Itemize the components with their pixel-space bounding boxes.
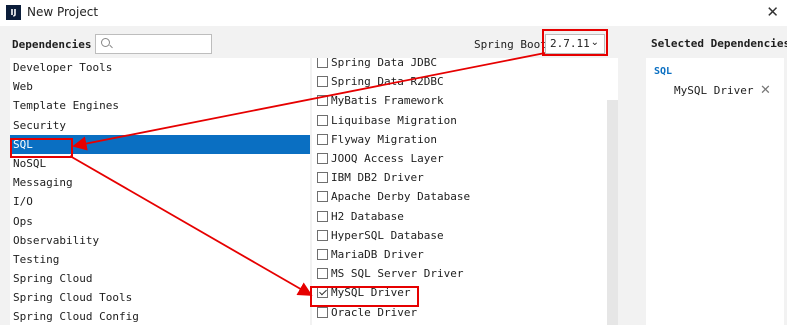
category-item[interactable]: Security (10, 116, 310, 135)
title-bar: IJ New Project ✕ (0, 0, 787, 26)
dependency-checkbox[interactable] (317, 229, 328, 241)
category-item[interactable]: Developer Tools (10, 58, 310, 77)
dependency-label: Liquibase Migration (331, 113, 457, 127)
dependency-label: MySQL Driver (331, 286, 411, 300)
dependency-item[interactable]: Oracle Driver (312, 302, 470, 321)
remove-dependency-icon[interactable]: ✕ (760, 83, 771, 98)
dependency-checkbox[interactable] (317, 172, 328, 184)
category-item[interactable]: I/O (10, 192, 310, 211)
dependency-checkbox[interactable] (317, 191, 328, 203)
chevron-down-icon: ⌄ (590, 37, 599, 48)
dependency-item[interactable]: MS SQL Server Driver (312, 264, 470, 283)
dependency-label: Apache Derby Database (331, 190, 471, 204)
dependency-item[interactable]: Flyway Migration (312, 130, 470, 149)
close-icon[interactable]: ✕ (766, 3, 779, 21)
dependency-label: Flyway Migration (331, 132, 437, 146)
dependency-item[interactable]: IBM DB2 Driver (312, 168, 470, 187)
selected-dependencies-panel: SQL MySQL Driver ✕ (646, 58, 784, 325)
search-icon (101, 38, 110, 47)
category-item[interactable]: Spring Cloud (10, 269, 310, 288)
dependency-checkbox[interactable] (317, 153, 328, 165)
dependency-label: MariaDB Driver (331, 247, 424, 261)
dependency-label: MyBatis Framework (331, 94, 444, 108)
dependency-item[interactable]: H2 Database (312, 207, 470, 226)
category-item[interactable]: Spring Cloud Tools (10, 288, 310, 307)
spring-boot-version-select[interactable]: 2.7.11 ⌄ (545, 34, 605, 54)
dependency-item[interactable]: Apache Derby Database (312, 187, 470, 206)
dependency-item[interactable]: Spring Data R2DBC (312, 72, 470, 91)
window-title: New Project (27, 5, 99, 19)
dependency-item[interactable]: MariaDB Driver (312, 245, 470, 264)
dependency-label: H2 Database (331, 209, 404, 223)
category-list: Developer Tools Web Template Engines Securi… (10, 58, 310, 325)
dependency-checkbox[interactable] (317, 306, 328, 318)
dependency-item[interactable]: MySQL Driver (312, 283, 470, 302)
dependency-checkbox[interactable] (317, 58, 328, 69)
dependency-label: MS SQL Server Driver (331, 267, 464, 281)
intellij-app-icon: IJ (6, 5, 21, 20)
dependency-label: IBM DB2 Driver (331, 171, 424, 185)
selected-dependencies-title: Selected Dependencies (651, 37, 787, 50)
category-item[interactable]: Web (10, 77, 310, 96)
category-item[interactable]: Testing (10, 250, 310, 269)
category-item[interactable]: SQL (10, 134, 310, 154)
dependency-label: JOOQ Access Layer (331, 152, 444, 166)
dependency-label: HyperSQL Database (331, 228, 444, 242)
spring-boot-label: Spring Boot (474, 38, 547, 51)
dependency-label: Spring Data R2DBC (331, 75, 444, 89)
dependency-checkbox[interactable] (317, 114, 328, 126)
dependency-item[interactable]: Spring Data JDBC (312, 58, 470, 72)
dependency-label: Oracle Driver (331, 305, 418, 319)
dependency-checkbox[interactable] (317, 268, 328, 280)
dependency-item[interactable]: MyBatis Framework (312, 91, 470, 110)
dependency-item[interactable]: JOOQ Access Layer (312, 149, 470, 168)
dependency-label: Spring Data JDBC (331, 58, 437, 70)
dependency-checkbox[interactable] (317, 210, 328, 222)
dependency-list-scrollbar[interactable] (607, 100, 618, 325)
category-item[interactable]: Messaging (10, 173, 310, 192)
category-item[interactable]: Template Engines (10, 96, 310, 115)
category-item[interactable]: Ops (10, 212, 310, 231)
dependency-list: Spring Data JDBC Spring Data R2DBC MyBatis… (312, 58, 618, 325)
spring-boot-version-value: 2.7.11 (550, 37, 590, 50)
category-item[interactable]: Spring Cloud Config (10, 307, 310, 325)
selected-dependency-item: MySQL Driver (674, 84, 754, 97)
dependency-checkbox[interactable] (317, 287, 328, 299)
dependencies-label: Dependencies (12, 38, 92, 51)
dependency-checkbox[interactable] (317, 95, 328, 107)
selected-group-label: SQL (654, 66, 673, 77)
dependency-item[interactable]: Liquibase Migration (312, 111, 470, 130)
search-input[interactable] (95, 34, 212, 54)
category-item[interactable]: NoSQL (10, 154, 310, 173)
dependency-item[interactable]: HyperSQL Database (312, 226, 470, 245)
dependency-checkbox[interactable] (317, 76, 328, 88)
dependency-checkbox[interactable] (317, 133, 328, 145)
dependency-checkbox[interactable] (317, 248, 328, 260)
category-item[interactable]: Observability (10, 231, 310, 250)
